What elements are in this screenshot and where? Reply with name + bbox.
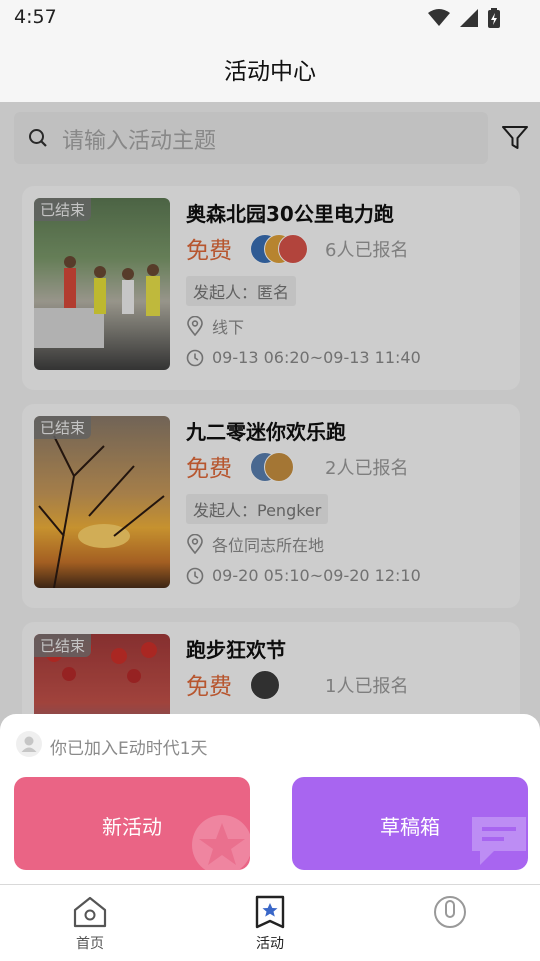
activity-bookmark-icon: [255, 895, 285, 929]
nav-home[interactable]: 首页: [30, 885, 150, 961]
join-duration-text: 你已加入E动时代1天: [50, 739, 208, 759]
new-activity-button[interactable]: 新活动: [14, 777, 250, 870]
nav-profile[interactable]: [390, 885, 510, 961]
action-sheet: 你已加入E动时代1天 新活动 草稿箱: [0, 714, 540, 884]
nav-activity[interactable]: 活动: [210, 885, 330, 961]
signal-icon: [460, 9, 478, 27]
drafts-label: 草稿箱: [380, 815, 440, 839]
status-icons: [428, 8, 500, 28]
nav-activity-label: 活动: [256, 936, 284, 952]
app-header: 活动中心: [0, 36, 540, 102]
new-activity-label: 新活动: [102, 815, 162, 839]
user-icon: [16, 731, 42, 757]
drafts-button[interactable]: 草稿箱: [292, 777, 528, 870]
bottom-nav: 首页 活动: [0, 884, 540, 961]
battery-icon: [488, 8, 500, 28]
status-time: 4:57: [14, 6, 57, 28]
profile-icon: [434, 896, 466, 928]
nav-home-label: 首页: [76, 936, 104, 952]
wifi-icon: [428, 9, 450, 26]
status-bar: 4:57: [0, 0, 540, 36]
home-icon: [73, 896, 107, 928]
page-title: 活动中心: [224, 59, 316, 85]
